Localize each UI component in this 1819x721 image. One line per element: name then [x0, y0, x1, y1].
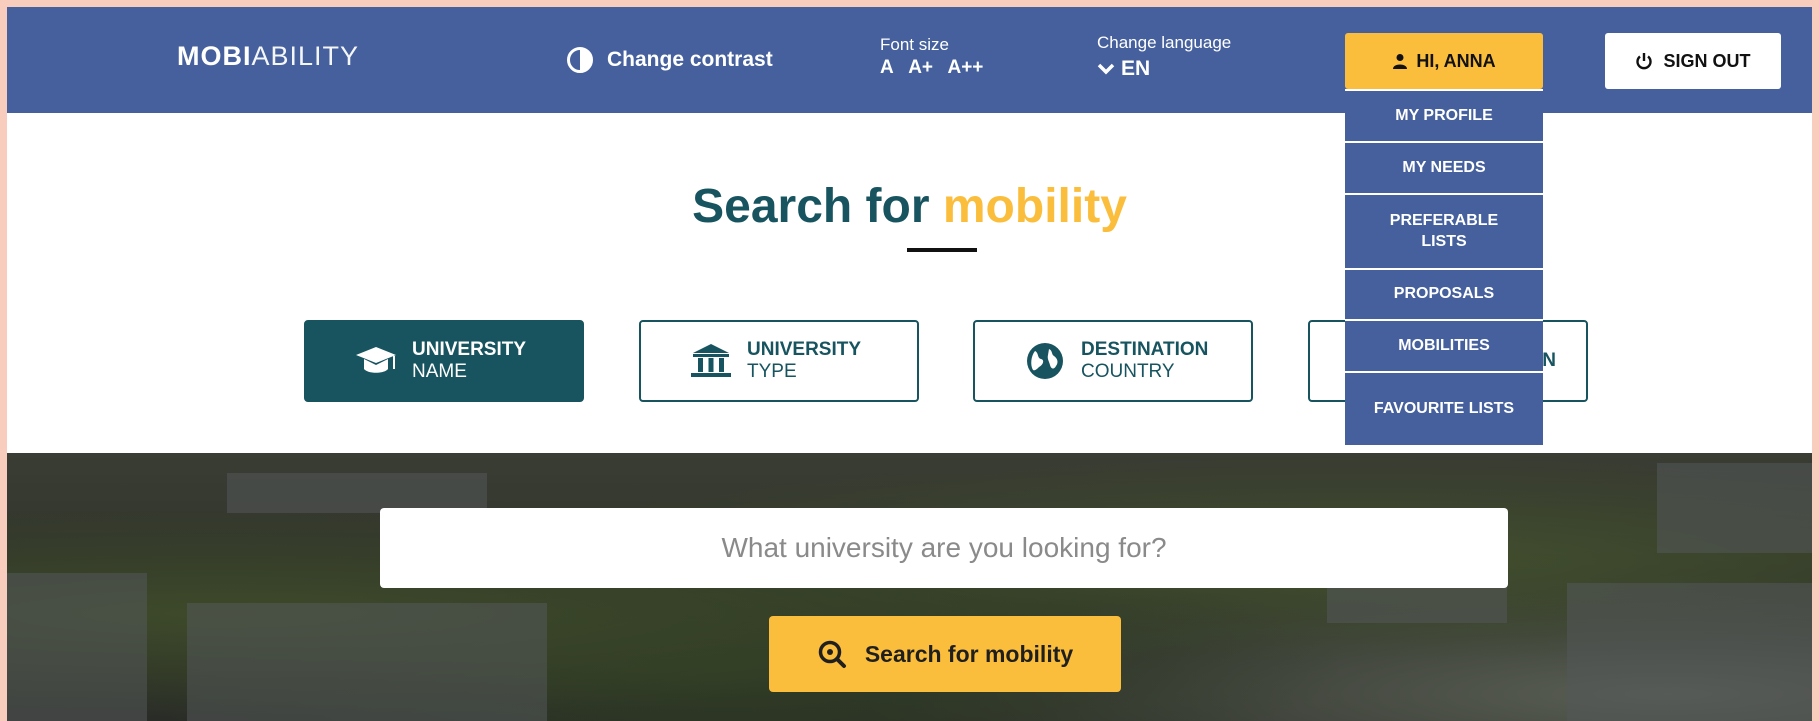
graduation-cap-icon: [356, 347, 396, 373]
power-icon: [1636, 53, 1653, 70]
font-size-label: Font size: [880, 35, 949, 54]
page: MOBIABILITY Change contrast Font size A …: [7, 7, 1812, 721]
tab-label-primary: DESTINATION: [1081, 339, 1209, 361]
background-building: [7, 573, 147, 721]
user-menu-button[interactable]: HI, ANNA: [1345, 33, 1543, 89]
language-select[interactable]: EN: [1097, 57, 1231, 81]
university-building-icon: [691, 344, 731, 377]
background-building: [187, 603, 547, 721]
search-input[interactable]: [380, 508, 1508, 588]
language-control: Change language EN: [1097, 33, 1231, 81]
search-button[interactable]: Search for mobility: [769, 616, 1121, 692]
background-building: [227, 473, 487, 513]
tab-university-name[interactable]: UNIVERSITY NAME: [304, 320, 584, 402]
logo-light-part: ABILITY: [251, 41, 360, 71]
background-building: [1657, 463, 1812, 553]
title-underline: [907, 248, 977, 252]
user-greeting: HI, ANNA: [1416, 50, 1496, 71]
tab-label-secondary: NAME: [412, 361, 467, 382]
tab-label-secondary: COUNTRY: [1081, 361, 1175, 382]
contrast-icon: [567, 47, 593, 73]
tab-destination-country[interactable]: DESTINATION COUNTRY: [973, 320, 1253, 402]
language-value: EN: [1121, 57, 1151, 80]
title-main-text: Search for: [692, 180, 943, 233]
font-size-large-button[interactable]: A+: [908, 57, 933, 78]
tab-university-type[interactable]: UNIVERSITY TYPE: [639, 320, 919, 402]
search-button-label: Search for mobility: [864, 640, 1074, 667]
menu-item-my-needs[interactable]: MY NEEDS: [1345, 141, 1543, 193]
font-size-xlarge-button[interactable]: A++: [947, 57, 983, 78]
user-dropdown-menu: MY PROFILE MY NEEDS PREFERABLE LISTS PRO…: [1345, 89, 1543, 445]
person-icon: [1393, 54, 1408, 69]
sign-out-button[interactable]: SIGN OUT: [1605, 33, 1781, 89]
logo[interactable]: MOBIABILITY: [177, 41, 359, 72]
search-icon: [818, 640, 846, 668]
font-size-control: Font size A A+ A++: [880, 35, 993, 79]
tab-label-secondary: TYPE: [747, 361, 797, 382]
logo-bold-part: MOBI: [177, 41, 252, 71]
sign-out-label: SIGN OUT: [1663, 50, 1751, 71]
change-contrast-button[interactable]: Change contrast: [567, 47, 773, 73]
title-accent-text: mobility: [942, 180, 1127, 233]
menu-item-preferable-lists[interactable]: PREFERABLE LISTS: [1345, 193, 1543, 268]
change-language-label: Change language: [1097, 33, 1232, 52]
change-contrast-label: Change contrast: [607, 48, 773, 71]
hero-search-section: Search for mobility: [7, 453, 1812, 721]
tab-label-primary: UNIVERSITY: [412, 339, 527, 361]
font-size-normal-button[interactable]: A: [880, 57, 894, 78]
chevron-down-icon: [1097, 63, 1115, 75]
tab-label-primary: N: [1542, 350, 1556, 372]
globe-icon: [1027, 343, 1063, 379]
menu-item-mobilities[interactable]: MOBILITIES: [1345, 319, 1543, 371]
background-building: [1567, 583, 1812, 721]
menu-item-proposals[interactable]: PROPOSALS: [1345, 268, 1543, 319]
menu-item-my-profile[interactable]: MY PROFILE: [1345, 89, 1543, 141]
tab-label-primary: UNIVERSITY: [747, 339, 862, 361]
menu-item-favourite-lists[interactable]: FAVOURITE LISTS: [1345, 371, 1543, 445]
